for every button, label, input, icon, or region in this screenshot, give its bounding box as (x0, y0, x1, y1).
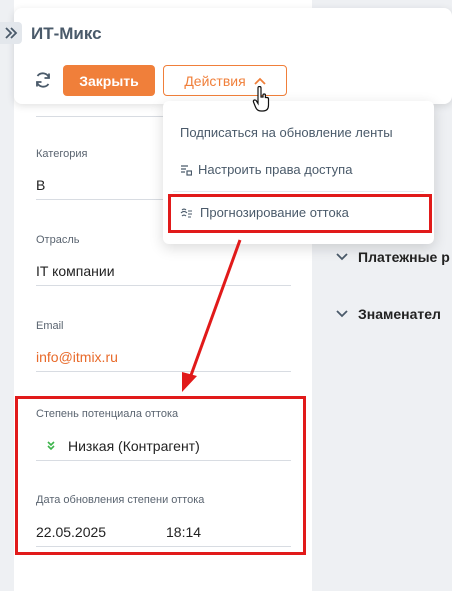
menu-divider (173, 191, 424, 192)
menu-item-subscribe-feed[interactable]: Подписаться на обновление ленты (180, 125, 393, 140)
chevron-up-icon (254, 77, 266, 85)
chevron-down-icon (336, 253, 348, 261)
access-rights-icon (181, 164, 192, 176)
category-label: Категория (36, 148, 88, 160)
email-label: Email (36, 320, 64, 332)
section-denominators[interactable]: Знаменател (336, 306, 441, 322)
menu-item-access-rights[interactable]: Настроить права доступа (180, 162, 352, 177)
category-value[interactable]: B (36, 177, 45, 193)
section-payments[interactable]: Платежные р (336, 249, 450, 265)
email-underline (36, 371, 291, 372)
double-chevron-right-icon (5, 27, 18, 39)
menu-item-label: Подписаться на обновление ленты (180, 125, 393, 140)
highlight-churn-forecast-item (168, 194, 432, 233)
expand-sidebar-button[interactable] (0, 22, 22, 44)
close-button[interactable]: Закрыть (63, 65, 155, 96)
section-title: Платежные р (358, 249, 450, 265)
industry-underline (36, 285, 291, 286)
menu-item-label: Настроить права доступа (198, 162, 353, 177)
refresh-button[interactable] (31, 68, 55, 92)
page-title: ИТ-Микс (31, 24, 102, 43)
highlight-churn-fields (15, 396, 306, 555)
chevron-down-icon (336, 310, 348, 318)
hand-cursor-icon (252, 86, 270, 112)
email-link[interactable]: info@itmix.ru (36, 349, 118, 365)
refresh-icon (36, 72, 50, 88)
record-header: ИТ-Микс Закрыть Действия (14, 8, 452, 104)
section-title: Знаменател (358, 306, 441, 322)
actions-label: Действия (184, 72, 246, 89)
industry-value[interactable]: IT компании (36, 263, 115, 279)
industry-label: Отрасль (36, 234, 80, 246)
